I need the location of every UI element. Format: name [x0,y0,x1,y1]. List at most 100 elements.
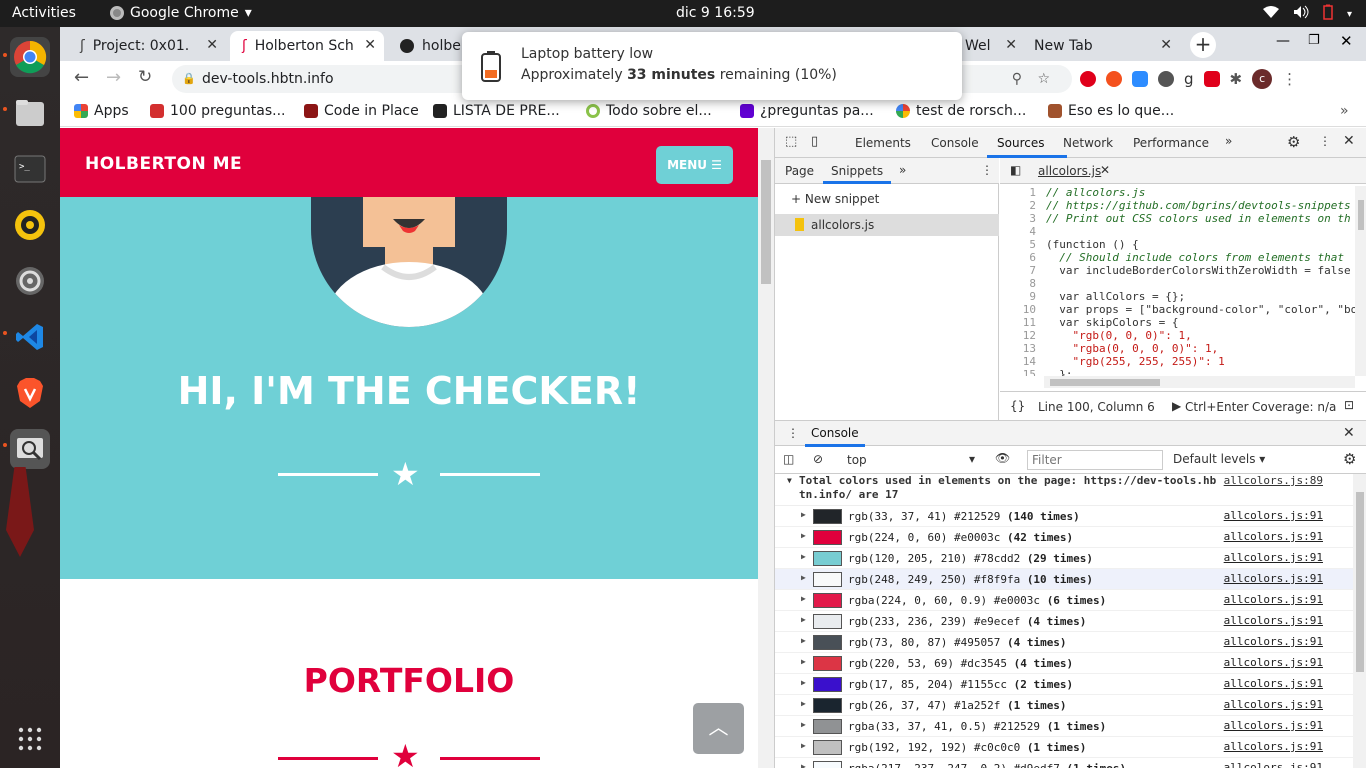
reload-icon[interactable]: ↻ [138,67,152,87]
device-toggle-icon[interactable]: ▯ [811,134,818,149]
console-log-row[interactable]: ▶ rgb(192, 192, 192) #c0c0c0 (1 times) all… [775,737,1353,758]
expand-arrow-icon[interactable]: ▶ [801,615,806,624]
tab-new-tab[interactable]: New Tab ✕ [1022,31,1180,61]
files-icon[interactable] [10,93,50,133]
expand-arrow-icon[interactable]: ▶ [801,552,806,561]
activities-button[interactable]: Activities [12,5,76,21]
more-tabs-icon[interactable]: » [1225,134,1232,148]
scroll-to-top-button[interactable]: ︿ [693,703,744,754]
console-log-row[interactable]: ▶ rgb(26, 37, 47) #1a252f (1 times) allcol… [775,695,1353,716]
expand-arrow-icon[interactable]: ▶ [801,678,806,687]
ext-people-icon[interactable] [1158,71,1174,87]
brave-icon[interactable] [10,373,50,413]
ext-fire-icon[interactable] [1106,71,1122,87]
log-source-link[interactable]: allcolors.js:91 [1224,656,1323,669]
clear-console-icon[interactable]: ⊘ [813,452,823,466]
devtools-menu-icon[interactable]: ⋮ [1319,134,1331,148]
eye-icon[interactable]: 👁 [995,451,1010,465]
minimize-icon[interactable]: — [1276,33,1290,49]
screenshot-icon[interactable] [10,429,50,469]
log-source-link[interactable]: allcolors.js:91 [1224,551,1323,564]
site-brand[interactable]: HOLBERTON ME [85,154,242,174]
bookmark-rorschach[interactable]: test de rorsch... [896,103,1026,119]
console-filter-input[interactable] [1027,450,1163,470]
code-editor[interactable]: 1 // allcolors.js 2 // https://github.com/b… [1000,186,1355,376]
tab-web[interactable]: Wel ✕ [955,31,1025,61]
expand-arrow-icon[interactable]: ▶ [801,762,806,768]
ext-g-icon[interactable]: g [1184,70,1194,88]
log-levels-select[interactable]: Default levels ▾ [1173,452,1265,466]
drawer-tab-console[interactable]: Console [811,426,859,440]
close-icon[interactable]: ✕ [364,37,376,53]
expand-arrow-icon[interactable]: ▶ [801,573,806,582]
bookmark-code-in-place[interactable]: Code in Place [304,103,419,119]
extensions-puzzle-icon[interactable]: ✱ [1230,70,1243,88]
log-source-link[interactable]: allcolors.js:91 [1224,593,1323,606]
snippet-item[interactable]: allcolors.js [775,214,999,236]
tab-network[interactable]: Network [1063,136,1113,150]
ext-m-icon[interactable] [1203,71,1220,87]
console-scrollbar[interactable] [1353,474,1366,768]
log-source-link[interactable]: allcolors.js:91 [1224,677,1323,690]
show-applications-icon[interactable] [10,719,50,759]
console-log-row[interactable]: ▶ rgba(224, 0, 60, 0.9) #e0003c (6 times)… [775,590,1353,611]
nav-menu-icon[interactable]: ⋮ [981,163,993,177]
bookmark-preguntas[interactable]: ¿preguntas pa... [740,103,874,119]
new-tab-button[interactable]: + [1190,32,1216,58]
toggle-navigator-icon[interactable]: ◧ [1010,163,1021,177]
app-menu[interactable]: Google Chrome ▾ [110,5,252,21]
zoom-icon[interactable]: ⚲ [1012,65,1022,93]
devtools-close-icon[interactable]: ✕ [1343,133,1355,149]
log-source-link[interactable]: allcolors.js:91 [1224,761,1323,768]
tab-performance[interactable]: Performance [1133,136,1209,150]
expand-arrow-icon[interactable]: ▶ [801,720,806,729]
bookmark-todo-sobre[interactable]: Todo sobre el... [586,103,712,119]
console-log-row[interactable]: ▶ rgb(17, 85, 204) #1155cc (2 times) allco… [775,674,1353,695]
log-source-link[interactable]: allcolors.js:89 [1224,474,1323,487]
chrome-icon[interactable] [10,37,50,77]
editor-h-scrollbar[interactable] [1044,376,1355,388]
expand-arrow-icon[interactable]: ▶ [801,699,806,708]
menu-button[interactable]: MENU ☰ [656,146,733,184]
expand-arrow-icon[interactable]: ▶ [801,657,806,666]
drawer-menu-icon[interactable]: ⋮ [787,426,799,440]
expand-arrow-icon[interactable]: ▶ [801,741,806,750]
context-select[interactable]: top ▾ [841,450,981,470]
console-log-row[interactable]: ▶ rgb(120, 205, 210) #78cdd2 (29 times) al… [775,548,1353,569]
clock[interactable]: dic 9 16:59 [676,5,755,21]
log-source-link[interactable]: allcolors.js:91 [1224,740,1323,753]
console-log-row[interactable]: ▶ rgb(224, 0, 60) #e0003c (42 times) allco… [775,527,1353,548]
console-log-row[interactable]: ▶ rgb(73, 80, 87) #495057 (4 times) allcol… [775,632,1353,653]
editor-tab-close-icon[interactable]: ✕ [1100,163,1110,177]
tab-github[interactable]: holbe [388,31,468,61]
tab-sources[interactable]: Sources [997,136,1044,150]
log-source-link[interactable]: allcolors.js:91 [1224,635,1323,648]
system-tray[interactable]: ▾ [1262,4,1352,24]
vscode-icon[interactable] [10,317,50,357]
log-source-link[interactable]: allcolors.js:91 [1224,572,1323,585]
sidebar-toggle-icon[interactable]: ◫ [783,452,794,466]
ext-zoom-icon[interactable] [1132,71,1148,87]
close-icon[interactable]: ✕ [1160,37,1172,53]
console-log-row[interactable]: ▶ rgb(220, 53, 69) #dc3545 (4 times) allco… [775,653,1353,674]
console-log-row[interactable]: ▶ rgba(217, 237, 247, 0.2) #d9edf7 (1 tim… [775,758,1353,768]
ext-red-icon[interactable] [1080,71,1096,87]
expand-arrow-icon[interactable]: ▶ [801,594,806,603]
new-snippet-button[interactable]: + New snippet [791,192,879,206]
more-nav-icon[interactable]: » [899,163,906,177]
log-source-link[interactable]: allcolors.js:91 [1224,614,1323,627]
window-close-icon[interactable]: ✕ [1340,32,1353,50]
bookmark-apps[interactable]: Apps [74,103,129,119]
editor-v-scrollbar[interactable] [1355,186,1366,376]
close-icon[interactable]: ✕ [206,37,218,53]
maximize-icon[interactable]: ❐ [1308,33,1320,48]
tab-holberton[interactable]: ʃ Holberton Sch ✕ [230,31,384,61]
settings-icon[interactable] [10,261,50,301]
console-log-row[interactable]: ▶ rgba(33, 37, 41, 0.5) #212529 (1 times)… [775,716,1353,737]
tab-project[interactable]: ʃ Project: 0x01. ✕ [68,31,226,61]
more-bookmarks-icon[interactable]: » [1340,103,1349,119]
pretty-print-icon[interactable]: {} [1010,399,1025,413]
page-scrollbar[interactable] [758,128,774,768]
battery-notification[interactable]: Laptop battery low Approximately 33 minu… [462,32,962,100]
forward-arrow-icon[interactable]: → [106,67,121,88]
